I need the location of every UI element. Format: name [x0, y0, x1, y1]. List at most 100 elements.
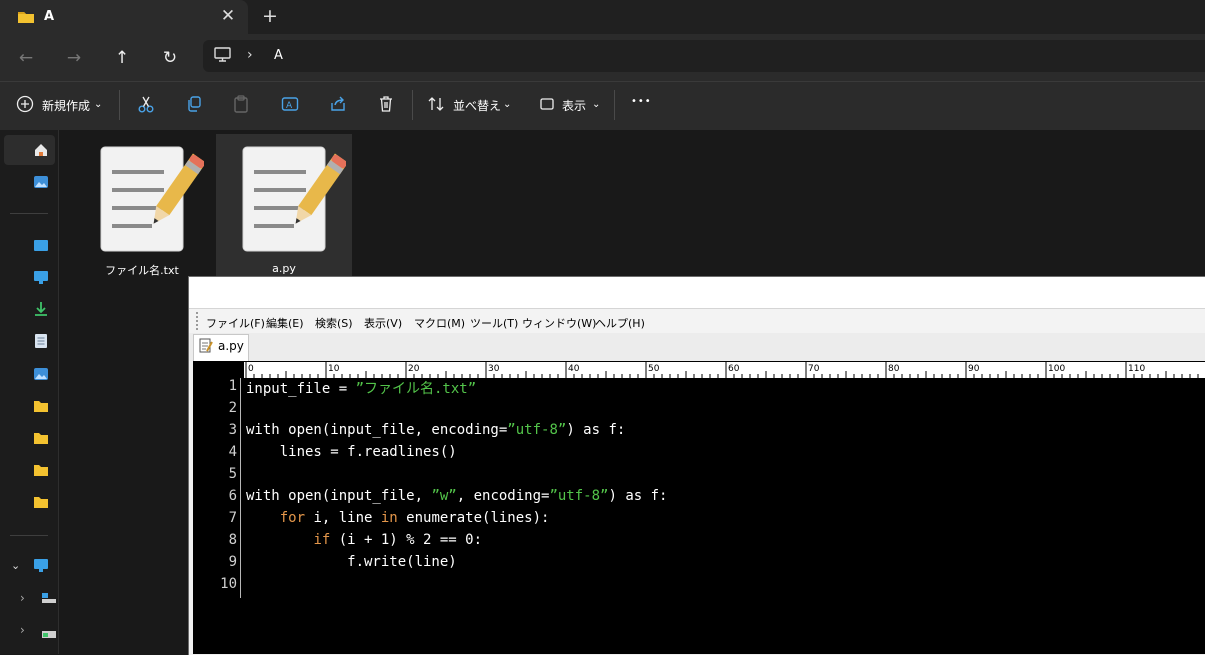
chevron-down-icon[interactable]: ⌄	[503, 99, 511, 110]
up-button[interactable]: ↑	[108, 44, 136, 72]
new-button[interactable]: 新規作成	[42, 97, 90, 114]
code-line[interactable]: if (i + 1) % 2 == 0:	[246, 532, 482, 548]
chevron-right-icon[interactable]: ›	[20, 623, 25, 637]
pictures-icon[interactable]	[33, 366, 49, 386]
menu-macro[interactable]: マクロ(M)	[414, 315, 465, 331]
copy-icon[interactable]	[183, 95, 205, 115]
line-number: 7	[228, 510, 237, 526]
menu-view[interactable]: 表示(V)	[364, 315, 402, 331]
folder-icon[interactable]	[33, 462, 49, 481]
code-token: input_file =	[246, 381, 356, 397]
line-number: 4	[228, 444, 237, 460]
keyword-token: for	[279, 510, 306, 526]
ruler-label: 50	[648, 364, 660, 374]
breadcrumb-item[interactable]: A	[274, 48, 283, 63]
code-token: ) as f:	[608, 488, 668, 504]
drive-icon[interactable]	[41, 589, 57, 608]
home-icon	[33, 142, 49, 162]
code-line[interactable]: input_file = ”ファイル名.txt”	[246, 378, 476, 398]
menu-tools[interactable]: ツール(T)	[470, 315, 518, 331]
ruler-label: 60	[728, 364, 740, 374]
ruler-label: 100	[1048, 364, 1065, 374]
new-tab-button[interactable]: +	[260, 4, 280, 28]
line-number: 3	[228, 422, 237, 438]
folder-icon[interactable]	[33, 398, 49, 417]
keyword-token: if	[313, 532, 331, 548]
string-token: ”w”	[431, 488, 457, 504]
monitor-icon[interactable]	[33, 270, 49, 289]
view-icon[interactable]	[536, 95, 558, 115]
network-drive-icon[interactable]	[41, 625, 57, 644]
line-number: 10	[220, 576, 237, 592]
code-editor[interactable]	[193, 361, 1205, 654]
share-icon[interactable]	[327, 95, 349, 115]
gutter-divider	[240, 378, 241, 598]
line-number: 2	[228, 400, 237, 416]
folder-icon[interactable]	[33, 430, 49, 449]
sort-button[interactable]: 並べ替え	[453, 97, 501, 114]
view-button[interactable]: 表示	[562, 97, 586, 114]
menu-help[interactable]: ヘルプ(H)	[595, 315, 645, 331]
divider	[10, 213, 48, 214]
refresh-button[interactable]: ↻	[156, 44, 184, 72]
close-icon[interactable]: ✕	[218, 5, 238, 27]
divider	[119, 90, 120, 120]
delete-icon[interactable]	[375, 95, 397, 115]
code-line[interactable]: with open(input_file, ”w”, encoding=”utf…	[246, 488, 667, 504]
document-edit-icon	[199, 338, 213, 358]
breadcrumb-separator: ›	[247, 47, 253, 63]
menu-file[interactable]: ファイル(F)	[206, 315, 265, 331]
line-number: 9	[228, 554, 237, 570]
line-number: 6	[228, 488, 237, 504]
chevron-down-icon[interactable]: ⌄	[592, 99, 600, 110]
sort-icon[interactable]	[426, 95, 448, 115]
ruler-label: 10	[328, 364, 340, 374]
tab-A[interactable]	[0, 0, 248, 34]
more-options-icon[interactable]: •••	[631, 96, 652, 107]
cut-icon[interactable]	[135, 95, 157, 115]
code-line[interactable]: lines = f.readlines()	[246, 444, 457, 460]
download-icon[interactable]	[33, 301, 49, 321]
ruler-label: 70	[808, 364, 820, 374]
ruler-label: 30	[488, 364, 500, 374]
divider	[614, 90, 615, 120]
paste-icon[interactable]	[230, 95, 252, 115]
ruler-label: 20	[408, 364, 420, 374]
editor-tab-strip	[189, 333, 1205, 361]
line-number: 8	[228, 532, 237, 548]
code-line[interactable]: with open(input_file, encoding=”utf-8”) …	[246, 422, 625, 438]
document-icon[interactable]	[34, 333, 48, 353]
address-bar[interactable]	[203, 40, 1205, 72]
code-token: (i + 1) % 2 == 0:	[330, 532, 483, 548]
string-token: ”utf-8”	[549, 488, 609, 504]
folder-icon[interactable]	[33, 494, 49, 513]
desktop-icon[interactable]	[33, 238, 49, 257]
new-icon[interactable]	[14, 95, 36, 115]
ruler-label: 110	[1128, 364, 1145, 374]
rename-icon[interactable]: A	[279, 95, 301, 115]
code-token: with open(input_file, encoding=	[246, 422, 508, 438]
file-item[interactable]: ファイル名.txt	[74, 134, 210, 284]
monitor-icon	[214, 47, 231, 66]
file-item-selected[interactable]: a.py	[216, 134, 352, 284]
keyword-token: in	[380, 510, 398, 526]
code-line[interactable]: for i, line in enumerate(lines):	[246, 510, 550, 526]
forward-button[interactable]: →	[60, 44, 88, 72]
ruler-label: 80	[888, 364, 900, 374]
grip-handle[interactable]	[196, 312, 200, 330]
back-button[interactable]: ←	[12, 44, 40, 72]
chevron-down-icon[interactable]: ⌄	[94, 99, 102, 110]
menu-window[interactable]: ウィンドウ(W)	[522, 315, 596, 331]
string-token: ”utf-8”	[507, 422, 567, 438]
menu-edit[interactable]: 編集(E)	[266, 315, 304, 331]
this-pc-icon[interactable]	[33, 558, 49, 577]
code-line[interactable]: f.write(line)	[246, 554, 457, 570]
svg-text:A: A	[286, 101, 293, 111]
chevron-down-icon[interactable]: ⌄	[11, 559, 20, 572]
gallery-icon[interactable]	[33, 174, 49, 194]
chevron-right-icon[interactable]: ›	[20, 591, 25, 605]
menu-search[interactable]: 検索(S)	[315, 315, 353, 331]
editor-title-bar[interactable]	[189, 277, 1205, 309]
folder-icon	[17, 9, 35, 28]
code-token: , encoding=	[456, 488, 550, 504]
